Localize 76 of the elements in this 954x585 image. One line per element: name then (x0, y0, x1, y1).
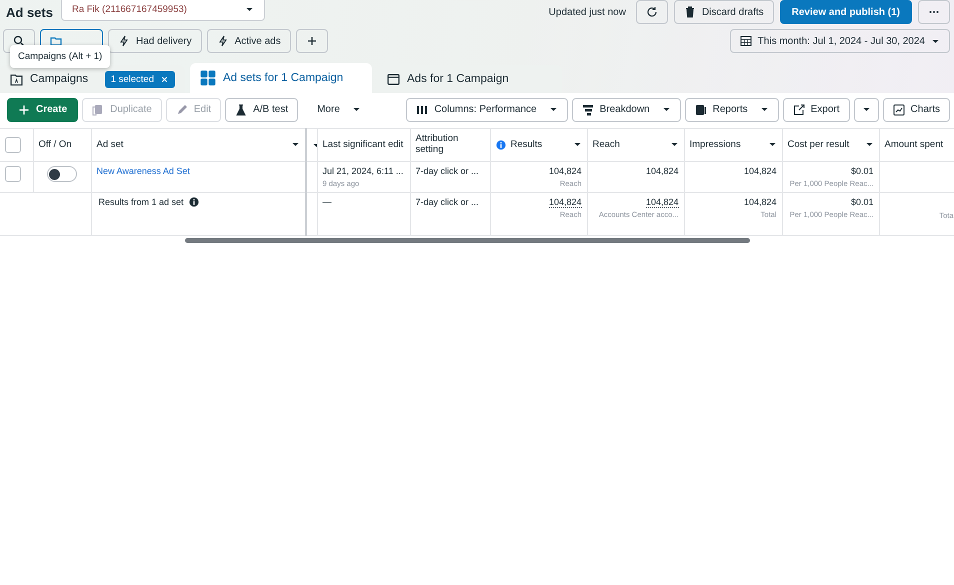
bolt-icon (118, 35, 130, 47)
folder-icon (50, 35, 62, 47)
tab[interactable]: Ad sets for 1 Campaign (190, 63, 372, 93)
tab-label: Ad sets for 1 Campaign (223, 72, 344, 84)
export-menu-button[interactable] (854, 98, 879, 122)
table-cell: 104,824 (548, 197, 582, 208)
toolbar-button[interactable]: A/B test (225, 98, 298, 122)
table-cell: 7-day click or ... (416, 197, 479, 207)
grid-icon (200, 70, 216, 86)
column-header[interactable]: Off / On (38, 140, 72, 150)
table-cell: 104,824 (744, 166, 776, 176)
refresh-button[interactable] (636, 0, 668, 24)
plus-icon (306, 35, 318, 47)
toolbar-button[interactable]: Create (7, 98, 78, 122)
update-status: Updated just now (548, 6, 626, 18)
toolbar-button[interactable]: Reports (684, 98, 779, 122)
refresh-icon (646, 6, 658, 18)
info-icon (496, 140, 506, 150)
info-icon (188, 197, 199, 207)
bolt-icon (216, 35, 229, 47)
tab-label: Ads for 1 Campaign (407, 73, 509, 85)
table-cell: 104,824 (646, 166, 678, 176)
breakdown-icon (582, 104, 594, 116)
book-icon (694, 104, 707, 116)
calendar-icon (740, 35, 752, 47)
more-button[interactable] (918, 0, 950, 24)
column-header[interactable]: Results (510, 140, 542, 150)
close-icon (160, 74, 169, 84)
filter-button[interactable]: Active ads (206, 29, 291, 53)
caret-icon (760, 105, 769, 114)
chart-icon (892, 104, 905, 116)
account-dropdown[interactable]: Ra Fik (211667167459953) (60, 0, 265, 21)
toolbar-button[interactable]: Charts (882, 98, 950, 122)
table-cell: Jul 21, 2024, 6:11 ... (322, 166, 404, 176)
caret-icon (548, 105, 558, 114)
column-header[interactable]: Impressions (690, 140, 741, 150)
caret-icon (352, 105, 361, 114)
page-title: Ad sets (6, 4, 53, 20)
toolbar-button[interactable]: Export (782, 98, 850, 122)
table-cell-text: $0.01 (850, 166, 874, 176)
toolbar-button[interactable]: Breakdown (572, 98, 681, 122)
filter-button[interactable]: Had delivery (108, 29, 202, 53)
row-checkbox[interactable] (5, 166, 21, 182)
tooltip: Campaigns (Alt + 1) (10, 45, 110, 68)
discard-button[interactable]: Discard drafts (674, 0, 774, 24)
selection-badge[interactable]: 1 selected (104, 70, 175, 88)
column-header[interactable]: Reach (592, 140, 620, 150)
ad-set-link[interactable]: New Awareness Ad Set (96, 166, 190, 176)
folder-icon (10, 72, 23, 86)
window-icon (387, 72, 400, 86)
table-cell: 7-day click or ... (416, 166, 479, 176)
plus-icon (18, 104, 30, 116)
table-cell-text: 104,824 (742, 197, 776, 207)
date-range-dropdown[interactable]: This month: Jul 1, 2024 - Jul 30, 2024 (730, 29, 950, 53)
column-header[interactable]: Ad set (96, 140, 124, 150)
pencil-icon (176, 104, 188, 116)
toggle-switch[interactable] (46, 166, 76, 182)
flask-icon (235, 104, 248, 116)
publish-button[interactable]: Review and publish (1) (780, 0, 912, 24)
table-cell: — (322, 197, 332, 207)
table-cell-text: 104,824 (548, 166, 582, 176)
export-icon (792, 104, 805, 116)
select-all-checkbox[interactable] (5, 137, 21, 153)
toolbar-button[interactable]: Columns: Performance (406, 98, 568, 122)
toolbar-button[interactable]: More (302, 98, 376, 122)
trash-icon (684, 6, 696, 18)
search-icon (13, 35, 25, 47)
caret-icon (662, 105, 671, 114)
table-cell-text: $0.01 (850, 197, 874, 207)
summary-label: Results from 1 ad set (98, 197, 184, 207)
caret-icon (862, 105, 871, 114)
horizontal-scrollbar[interactable] (185, 238, 750, 243)
table-cell: 104,824 (646, 197, 678, 208)
copy-icon (92, 104, 104, 116)
columns-icon (416, 104, 428, 116)
tab-label: Campaigns (30, 73, 88, 85)
